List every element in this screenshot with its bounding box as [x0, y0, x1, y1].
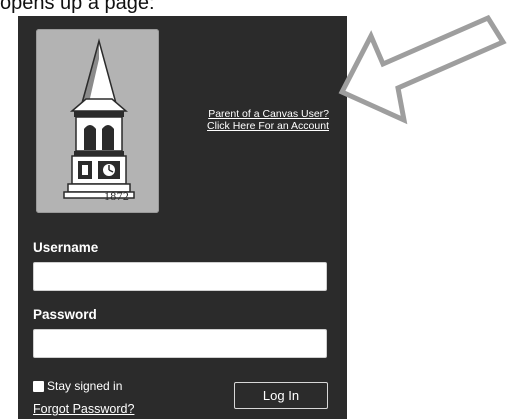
screenshot-stage: opens up a page: 1872 Parent of a Canvas…	[0, 0, 513, 419]
arrow-icon	[338, 14, 507, 125]
